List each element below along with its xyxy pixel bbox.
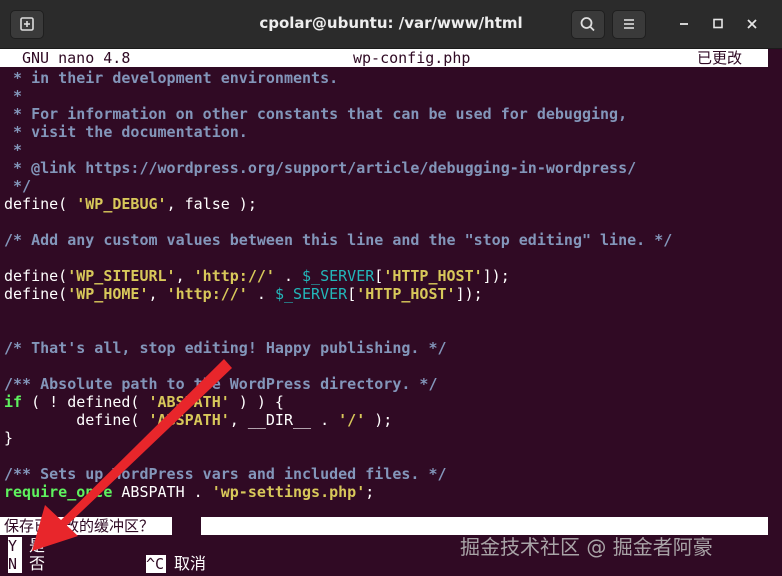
code-token: 'WP_SITEURL': [67, 267, 176, 285]
search-icon: [580, 17, 595, 32]
nano-filename: wp-config.php: [353, 49, 471, 67]
prompt-input[interactable]: [172, 517, 201, 535]
code-token: ;: [365, 483, 375, 501]
cancel-option[interactable]: 取消: [174, 555, 206, 573]
code-line: /* Add any custom values between this li…: [4, 231, 672, 249]
code-line: *: [4, 141, 672, 159]
yes-option[interactable]: 是: [29, 537, 45, 555]
code-token: ]);: [455, 285, 483, 303]
code-token: define(: [4, 195, 77, 213]
no-key[interactable]: N: [8, 555, 22, 573]
code-token: .: [274, 267, 303, 285]
code-token: 'HTTP_HOST': [383, 267, 483, 285]
code-token: *: [4, 141, 23, 159]
code-line: * @link https://wordpress.org/support/ar…: [4, 159, 672, 177]
code-token: ABSPATH .: [112, 483, 212, 501]
close-icon: [747, 19, 757, 29]
code-token: 'ABSPATH': [148, 411, 230, 429]
maximize-icon: [713, 18, 723, 29]
code-token: ,: [148, 285, 167, 303]
code-token: *: [4, 87, 23, 105]
code-line: define( 'WP_DEBUG', false );: [4, 195, 672, 213]
code-token: '/': [338, 411, 366, 429]
hamburger-menu-icon: [624, 19, 634, 29]
code-line: * For information on other constants tha…: [4, 105, 672, 123]
minimize-icon: [680, 23, 688, 25]
code-token: 'HTTP_HOST': [356, 285, 456, 303]
code-token: }: [4, 429, 14, 447]
code-line: /* That's all, stop editing! Happy publi…: [4, 339, 672, 357]
editor-buffer[interactable]: * in their development environments. * *…: [4, 69, 672, 501]
code-token: /** Absolute path to the WordPress direc…: [4, 375, 438, 393]
code-line: /** Absolute path to the WordPress direc…: [4, 375, 672, 393]
code-token: ]);: [482, 267, 510, 285]
code-token: $_SERVER: [274, 285, 348, 303]
nano-modified-status: 已更改: [697, 49, 743, 67]
search-button[interactable]: [571, 10, 605, 39]
code-token: [: [374, 267, 384, 285]
code-token: * visit the documentation.: [4, 123, 248, 141]
code-token: $_SERVER: [302, 267, 375, 285]
code-line: * in their development environments.: [4, 69, 672, 87]
code-token: define(: [4, 267, 68, 285]
code-token: * in their development environments.: [4, 69, 339, 87]
code-token: 'wp-settings.php': [211, 483, 366, 501]
code-token: /* Add any custom values between this li…: [4, 231, 673, 249]
code-line: define('WP_SITEURL', 'http://' . $_SERVE…: [4, 267, 672, 285]
code-token: ( ! defined(: [22, 393, 149, 411]
code-token: [: [347, 285, 357, 303]
window-title: cpolar@ubuntu: /var/www/html: [259, 14, 523, 32]
close-button[interactable]: [738, 11, 766, 37]
code-line: * visit the documentation.: [4, 123, 672, 141]
terminal-area[interactable]: GNU nano 4.8 wp-config.php 已更改 * in thei…: [0, 49, 782, 576]
code-token: require_once: [4, 483, 113, 501]
terminal-window: cpolar@ubuntu: /var/www/html GNU nano 4.…: [0, 0, 782, 576]
code-line: }: [4, 429, 672, 447]
code-line: define( 'ABSPATH', __DIR__ . '/' );: [4, 411, 672, 429]
code-token: if: [4, 393, 23, 411]
code-token: , __DIR__ .: [229, 411, 339, 429]
code-line: */: [4, 177, 672, 195]
nano-header-bar: GNU nano 4.8 wp-config.php 已更改: [0, 49, 768, 67]
code-token: ) ) {: [229, 393, 284, 411]
nano-version: GNU nano 4.8: [22, 49, 131, 67]
code-token: /** Sets up WordPress vars and included …: [4, 465, 447, 483]
save-prompt-question: 保存已修改的缓冲区？: [4, 517, 155, 535]
code-token: 'WP_HOME': [67, 285, 149, 303]
code-line: define('WP_HOME', 'http://' . $_SERVER['…: [4, 285, 672, 303]
title-bar: cpolar@ubuntu: /var/www/html: [0, 0, 782, 49]
watermark: 掘金技术社区 @ 掘金者阿豪: [460, 535, 713, 559]
code-token: 'http://': [166, 285, 248, 303]
menu-button[interactable]: [612, 10, 646, 39]
no-option[interactable]: 否: [29, 555, 45, 573]
code-token: );: [365, 411, 393, 429]
maximize-button[interactable]: [704, 11, 732, 37]
code-token: .: [247, 285, 275, 303]
code-line: /** Sets up WordPress vars and included …: [4, 465, 672, 483]
code-token: define(: [4, 411, 149, 429]
code-line: require_once ABSPATH . 'wp-settings.php'…: [4, 483, 672, 501]
code-token: , false );: [166, 195, 257, 213]
code-line: if ( ! defined( 'ABSPATH' ) ) {: [4, 393, 672, 411]
code-token: 'http://': [193, 267, 275, 285]
code-token: 'WP_DEBUG': [76, 195, 167, 213]
code-token: * @link https://wordpress.org/support/ar…: [4, 159, 637, 177]
code-token: 'ABSPATH': [148, 393, 230, 411]
code-token: */: [4, 177, 32, 195]
code-token: /* That's all, stop editing! Happy publi…: [4, 339, 447, 357]
code-token: define(: [4, 285, 68, 303]
minimize-button[interactable]: [670, 11, 698, 37]
code-token: ,: [175, 267, 194, 285]
code-line: *: [4, 87, 672, 105]
yes-key[interactable]: Y: [8, 537, 22, 555]
code-token: * For information on other constants tha…: [4, 105, 628, 123]
cancel-key[interactable]: ^C: [146, 555, 166, 573]
